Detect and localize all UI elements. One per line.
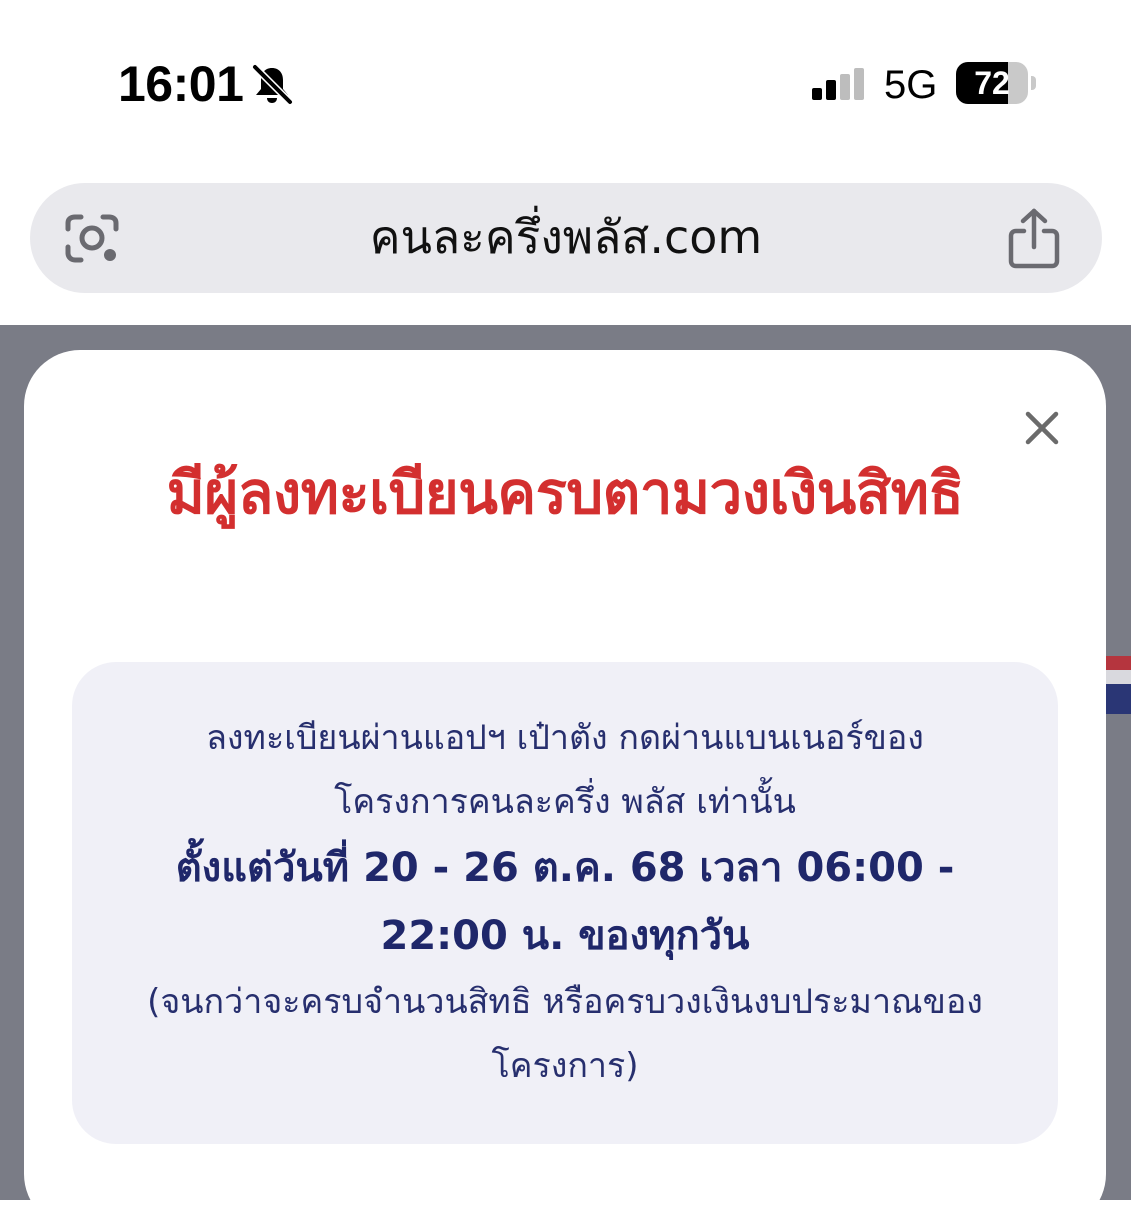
cellular-signal-icon (810, 66, 870, 106)
status-bar: 16:01 5G 72 (0, 0, 1131, 170)
battery-indicator: 72 (956, 62, 1038, 106)
registration-period: 22:00 น. ของทุกวัน (380, 913, 750, 959)
status-time: 16:01 (118, 56, 244, 112)
info-box: ลงทะเบียนผ่านแอปฯ เป๋าตัง กดผ่านแบนเนอร์… (72, 662, 1058, 1144)
flag-stripe (1106, 684, 1131, 714)
registration-period: ตั้งแต่วันที่ 20 - 26 ต.ค. 68 เวลา 06:00… (175, 845, 955, 891)
url-text[interactable]: คนละครึ่งพลัส.com (150, 207, 982, 267)
modal-title: มีผู้ลงทะเบียนครบตามวงเงินสิทธิ (166, 459, 964, 527)
close-icon[interactable] (1016, 402, 1068, 454)
info-note: โครงการ) (491, 1046, 639, 1086)
share-icon[interactable] (1006, 207, 1062, 269)
info-text: ลงทะเบียนผ่านแอปฯ เป๋าตัง กดผ่านแบนเนอร์… (206, 718, 924, 758)
bell-slash-icon (250, 62, 294, 106)
camera-lens-icon[interactable] (62, 211, 122, 267)
flag-stripe (1106, 656, 1131, 670)
info-content: ลงทะเบียนผ่านแอปฯ เป๋าตัง กดผ่านแบนเนอร์… (112, 706, 1018, 1098)
info-note: (จนกว่าจะครบจำนวนสิทธิ หรือครบวงเงินงบปร… (147, 982, 983, 1022)
info-text: โครงการคนละครึ่ง พลัส เท่านั้น (334, 782, 796, 822)
battery-level: 72 (974, 65, 1010, 101)
address-bar[interactable]: คนละครึ่งพลัส.com (30, 183, 1102, 293)
flag-stripe (1106, 670, 1131, 684)
network-type-label: 5G (884, 63, 938, 107)
announcement-modal: มีผู้ลงทะเบียนครบตามวงเงินสิทธิ ลงทะเบีย… (24, 350, 1106, 1230)
